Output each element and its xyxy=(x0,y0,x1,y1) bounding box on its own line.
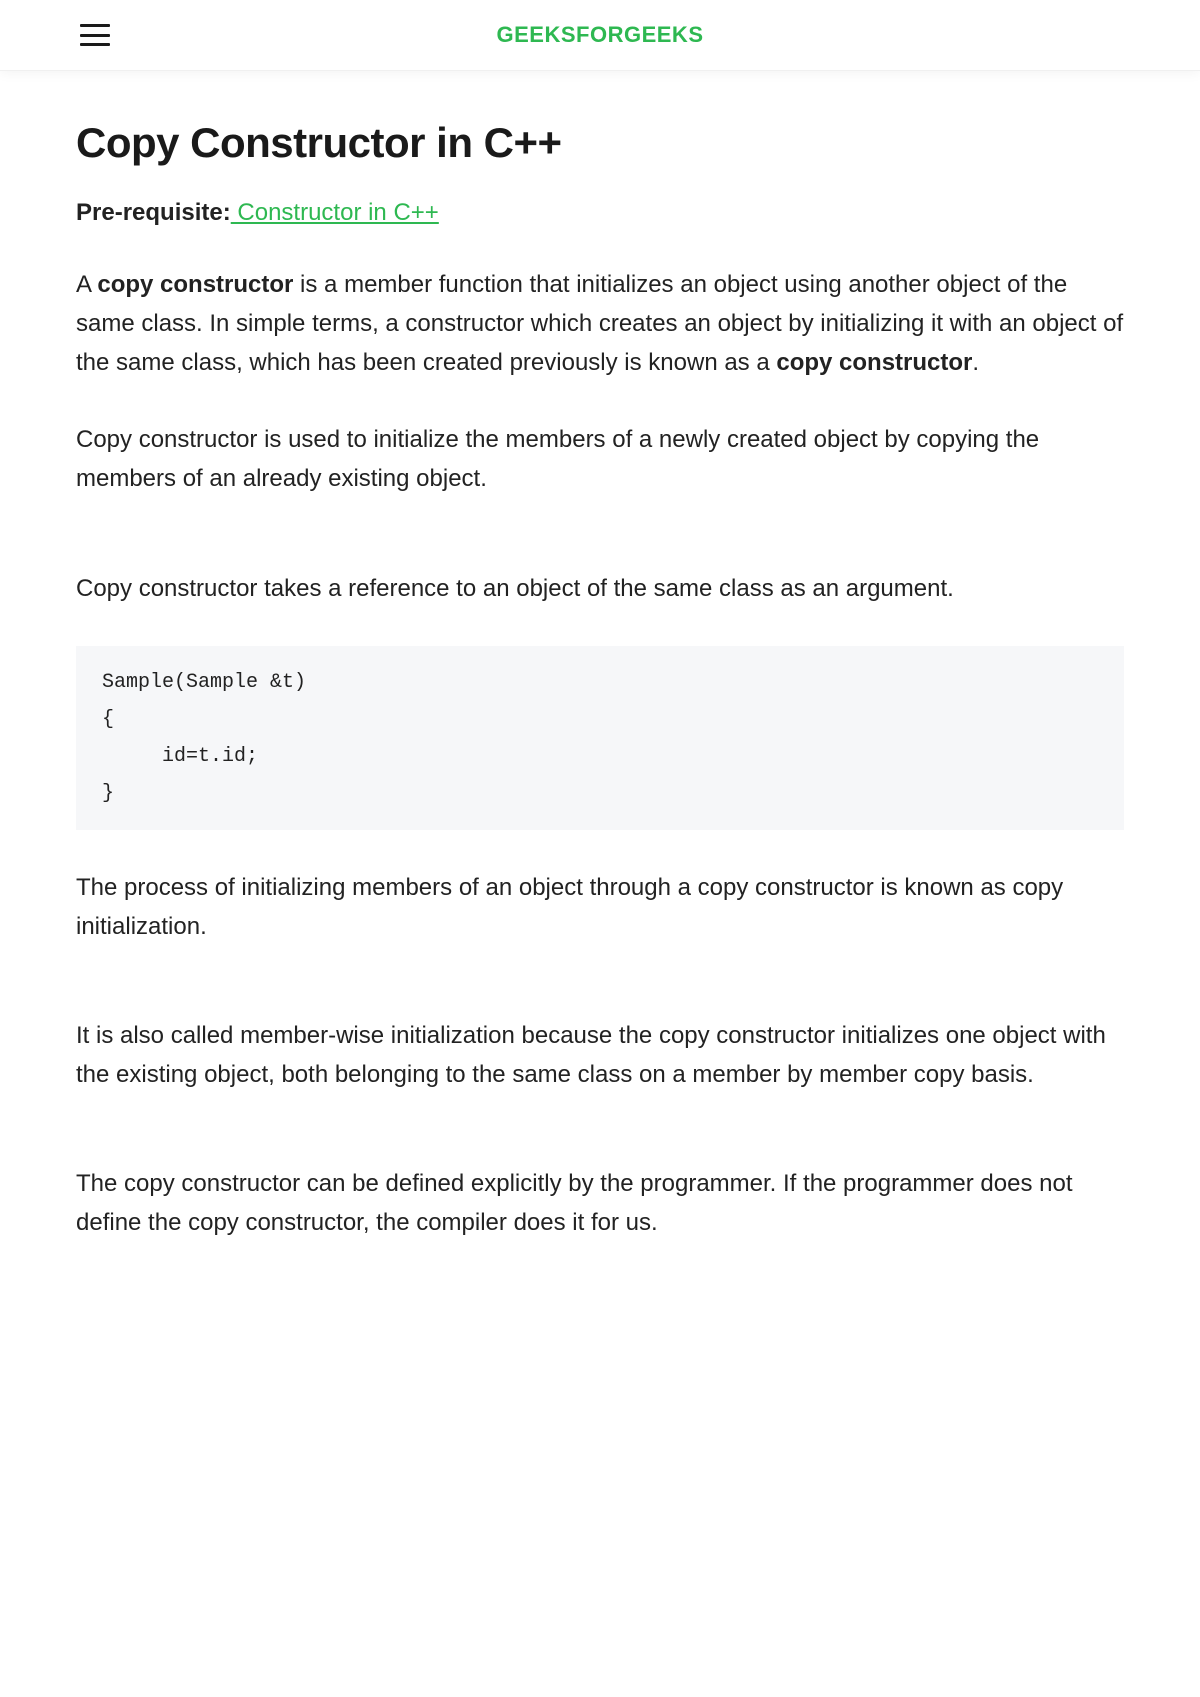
site-brand[interactable]: GEEKSFORGEEKS xyxy=(497,22,704,48)
para1-strong-2: copy constructor xyxy=(776,349,972,376)
article-content: Copy Constructor in C++ Pre-requisite: C… xyxy=(0,71,1200,1242)
code-sample: Sample(Sample &t) { id=t.id; } xyxy=(76,646,1124,830)
prerequisite-link[interactable]: Constructor in C++ xyxy=(231,199,439,226)
memberwise-paragraph: It is also called member-wise initializa… xyxy=(76,1016,1124,1094)
intro-paragraph: A copy constructor is a member function … xyxy=(76,265,1124,382)
usage-paragraph: Copy constructor is used to initialize t… xyxy=(76,420,1124,498)
para1-strong-1: copy constructor xyxy=(97,271,293,298)
para1-text-before: A xyxy=(76,271,97,298)
hamburger-menu-icon[interactable] xyxy=(80,24,110,46)
explicit-define-paragraph: The copy constructor can be defined expl… xyxy=(76,1164,1124,1242)
argument-paragraph: Copy constructor takes a reference to an… xyxy=(76,569,1124,608)
prerequisite-line: Pre-requisite: Constructor in C++ xyxy=(76,199,1124,227)
site-header: GEEKSFORGEEKS xyxy=(0,0,1200,71)
para1-text-after: . xyxy=(972,349,979,376)
copy-init-paragraph: The process of initializing members of a… xyxy=(76,868,1124,946)
prerequisite-label: Pre-requisite: xyxy=(76,199,231,226)
page-title: Copy Constructor in C++ xyxy=(76,119,1124,167)
